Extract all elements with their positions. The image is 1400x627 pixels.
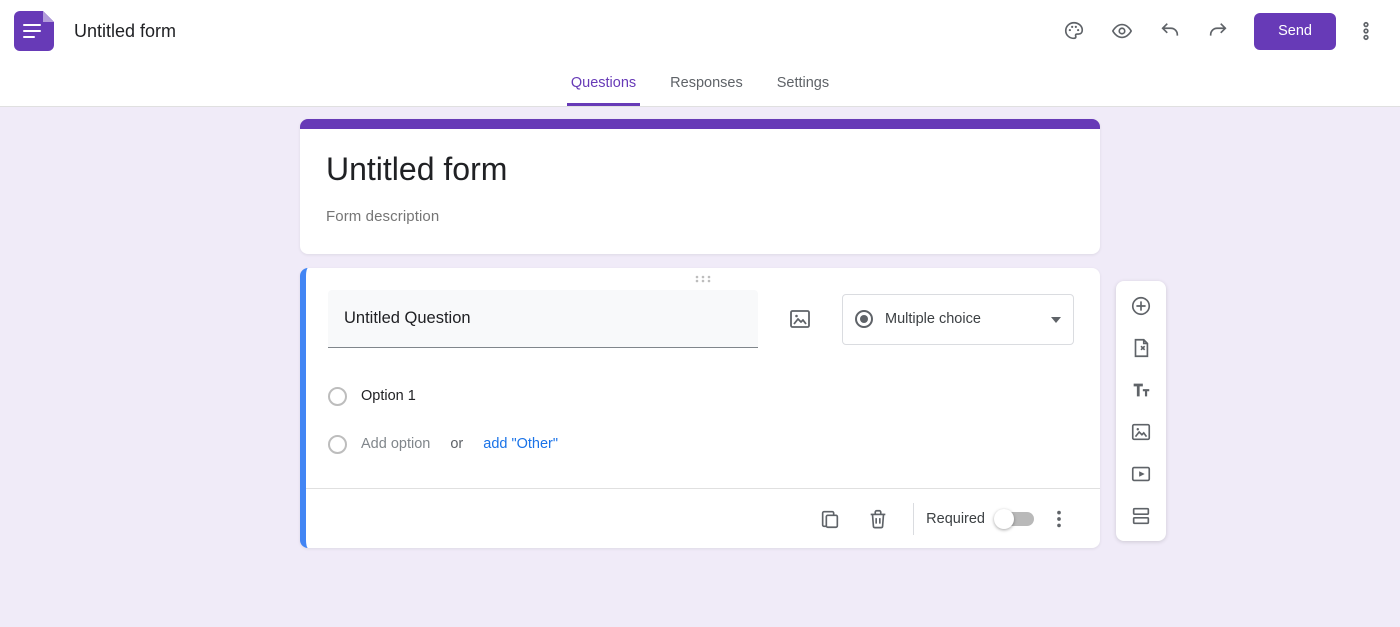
import-icon <box>1130 337 1152 359</box>
section-icon <box>1130 505 1152 527</box>
question-type-label: Multiple choice <box>885 311 1039 327</box>
option-row[interactable]: Option 1 <box>328 372 1074 420</box>
undo-icon <box>1159 20 1181 42</box>
top-bar: Send Questions Responses Settings <box>0 0 1400 107</box>
radio-outline-icon <box>328 435 347 454</box>
add-option-button[interactable]: Add option <box>361 436 430 452</box>
add-image-button[interactable] <box>778 297 822 341</box>
question-type-select[interactable]: Multiple choice <box>842 294 1074 345</box>
image-icon <box>788 307 812 331</box>
radio-outline-icon <box>328 387 347 406</box>
add-option-row: Add option or add "Other" <box>328 420 1074 468</box>
question-card[interactable]: Multiple choice Option 1 Add option or a… <box>300 268 1100 548</box>
option-label[interactable]: Option 1 <box>361 388 416 404</box>
divider <box>913 503 914 535</box>
form-description-input[interactable] <box>326 208 1074 225</box>
image-icon <box>1130 421 1152 443</box>
drag-handle[interactable] <box>306 268 1100 290</box>
question-footer: Required <box>306 488 1100 548</box>
required-toggle[interactable] <box>997 512 1034 526</box>
add-image-side-button[interactable] <box>1122 413 1160 451</box>
copy-icon <box>819 508 841 530</box>
plus-circle-icon <box>1130 295 1152 317</box>
customize-theme-button[interactable] <box>1052 9 1096 53</box>
trash-icon <box>867 508 889 530</box>
delete-button[interactable] <box>855 496 901 542</box>
add-video-button[interactable] <box>1122 455 1160 493</box>
radio-icon <box>855 310 873 328</box>
required-label: Required <box>926 511 985 527</box>
import-questions-button[interactable] <box>1122 329 1160 367</box>
duplicate-button[interactable] <box>807 496 853 542</box>
tabs: Questions Responses Settings <box>0 62 1400 106</box>
question-more-button[interactable] <box>1036 496 1082 542</box>
eye-icon <box>1111 20 1133 42</box>
send-button[interactable]: Send <box>1254 13 1336 50</box>
add-other-button[interactable]: add "Other" <box>483 436 558 452</box>
undo-button[interactable] <box>1148 9 1192 53</box>
form-header-card[interactable] <box>300 119 1100 254</box>
tab-settings[interactable]: Settings <box>773 75 833 106</box>
add-question-button[interactable] <box>1122 287 1160 325</box>
palette-icon <box>1063 20 1085 42</box>
tab-questions[interactable]: Questions <box>567 75 640 106</box>
redo-button[interactable] <box>1196 9 1240 53</box>
drag-handle-icon <box>694 274 712 284</box>
tab-responses[interactable]: Responses <box>666 75 747 106</box>
video-icon <box>1130 463 1152 485</box>
side-toolbar <box>1116 281 1166 541</box>
form-title-input[interactable] <box>326 151 1074 188</box>
caret-down-icon <box>1051 310 1061 328</box>
redo-icon <box>1207 20 1229 42</box>
text-icon <box>1130 379 1152 401</box>
forms-logo[interactable] <box>14 11 54 51</box>
preview-button[interactable] <box>1100 9 1144 53</box>
question-title-input[interactable] <box>328 290 758 348</box>
more-vert-icon <box>1355 20 1377 42</box>
add-section-button[interactable] <box>1122 497 1160 535</box>
add-title-button[interactable] <box>1122 371 1160 409</box>
more-vert-icon <box>1048 508 1070 530</box>
add-option-or: or <box>450 436 463 452</box>
more-menu-button[interactable] <box>1344 9 1388 53</box>
document-title-input[interactable] <box>74 21 374 42</box>
